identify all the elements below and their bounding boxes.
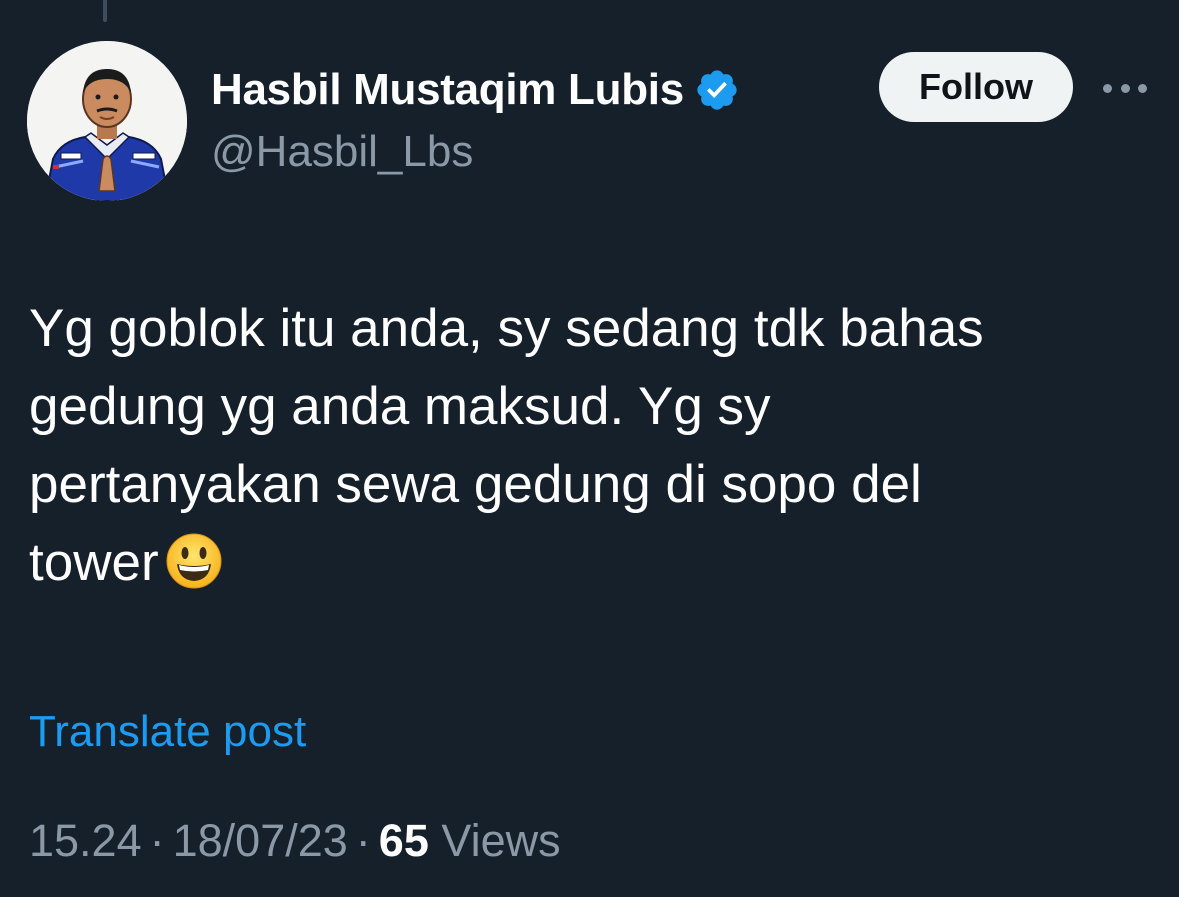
tweet-text-line-last: tower	[29, 524, 1149, 602]
follow-button[interactable]: Follow	[879, 52, 1073, 122]
tweet-text-line: Yg goblok itu anda, sy sedang tdk bahas	[29, 299, 984, 358]
more-options-icon[interactable]	[1103, 76, 1147, 100]
author-name-row: Hasbil Mustaqim Lubis	[211, 60, 740, 120]
tweet-text-line: pertanyakan sewa gedung di sopo del	[29, 455, 922, 514]
tweet-text-word: tower	[29, 533, 159, 592]
separator: ·	[355, 815, 371, 866]
translate-post-link[interactable]: Translate post	[29, 707, 306, 757]
tweet-date[interactable]: 18/07/23	[173, 815, 348, 866]
verified-badge-icon	[694, 67, 740, 113]
tweet-meta: 15.24 · 18/07/23 · 65 Views	[29, 815, 561, 867]
author-display-name[interactable]: Hasbil Mustaqim Lubis	[211, 65, 684, 115]
thread-connector-line	[103, 0, 107, 22]
separator: ·	[149, 815, 165, 866]
author-handle[interactable]: @Hasbil_Lbs	[211, 127, 473, 177]
tweet-text: Yg goblok itu anda, sy sedang tdk bahas …	[29, 290, 1149, 602]
views-label: Views	[441, 815, 561, 866]
avatar-illustration	[27, 41, 187, 201]
tweet-time[interactable]: 15.24	[29, 815, 142, 866]
tweet-text-line: gedung yg anda maksud. Yg sy	[29, 377, 771, 436]
views-count[interactable]: 65	[379, 815, 429, 866]
avatar[interactable]	[27, 41, 187, 201]
grinning-face-emoji	[165, 532, 223, 590]
